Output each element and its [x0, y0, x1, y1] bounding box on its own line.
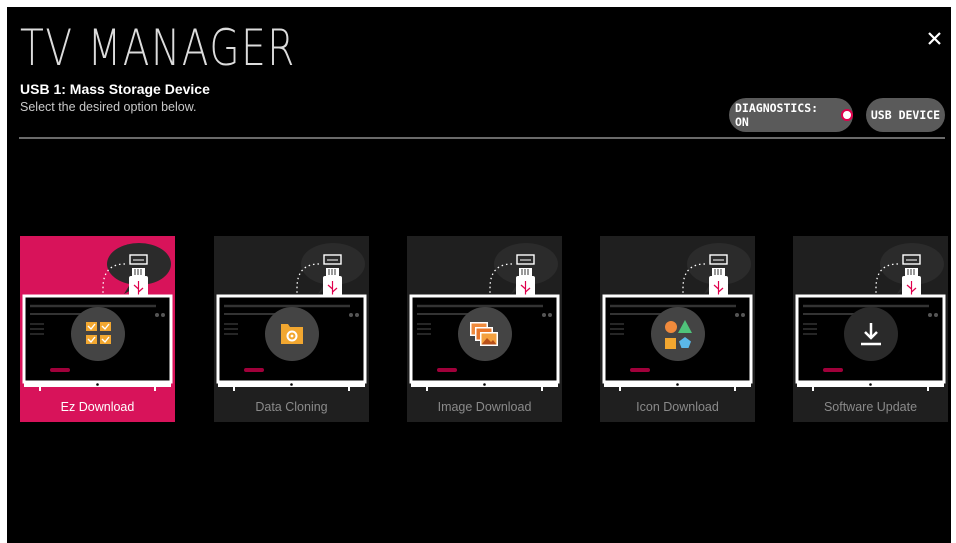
option-image-download[interactable]: Image Download [407, 236, 562, 422]
header-divider [19, 137, 945, 139]
option-label: Ez Download [60, 400, 135, 414]
option-ez-download[interactable]: Ez Download [20, 236, 175, 422]
option-label: Image Download [437, 400, 532, 414]
option-data-cloning[interactable]: Data Cloning [214, 236, 369, 422]
option-software-update[interactable]: Software Update [793, 236, 948, 422]
folder-gear-icon [281, 324, 303, 344]
toggle-indicator-icon [841, 109, 853, 121]
usb-tv-illustration [216, 243, 367, 391]
tv-manager-screen: TV MANAGER USB 1: Mass Storage Device Se… [7, 7, 951, 543]
option-label: Data Cloning [255, 400, 328, 414]
diagnostics-label: DIAGNOSTICS: ON [735, 101, 819, 129]
usb-tv-illustration [409, 243, 560, 391]
usb-device-label: USB DEVICE [870, 108, 941, 122]
close-button[interactable] [923, 27, 947, 51]
close-icon [928, 32, 941, 45]
usb-tv-illustration [795, 243, 946, 391]
usb-device-button[interactable]: USB DEVICE [866, 98, 945, 132]
option-icon-download[interactable]: Icon Download [600, 236, 755, 422]
diagnostics-toggle[interactable]: DIAGNOSTICS: ON [729, 98, 853, 132]
usb-tv-illustration [22, 243, 173, 391]
usb-tv-illustration [602, 243, 753, 391]
page-title: TV MANAGER [20, 19, 296, 77]
device-name: USB 1: Mass Storage Device [20, 81, 210, 97]
option-label: Software Update [823, 400, 918, 414]
option-label: Icon Download [636, 400, 719, 414]
instruction-text: Select the desired option below. [20, 100, 197, 114]
